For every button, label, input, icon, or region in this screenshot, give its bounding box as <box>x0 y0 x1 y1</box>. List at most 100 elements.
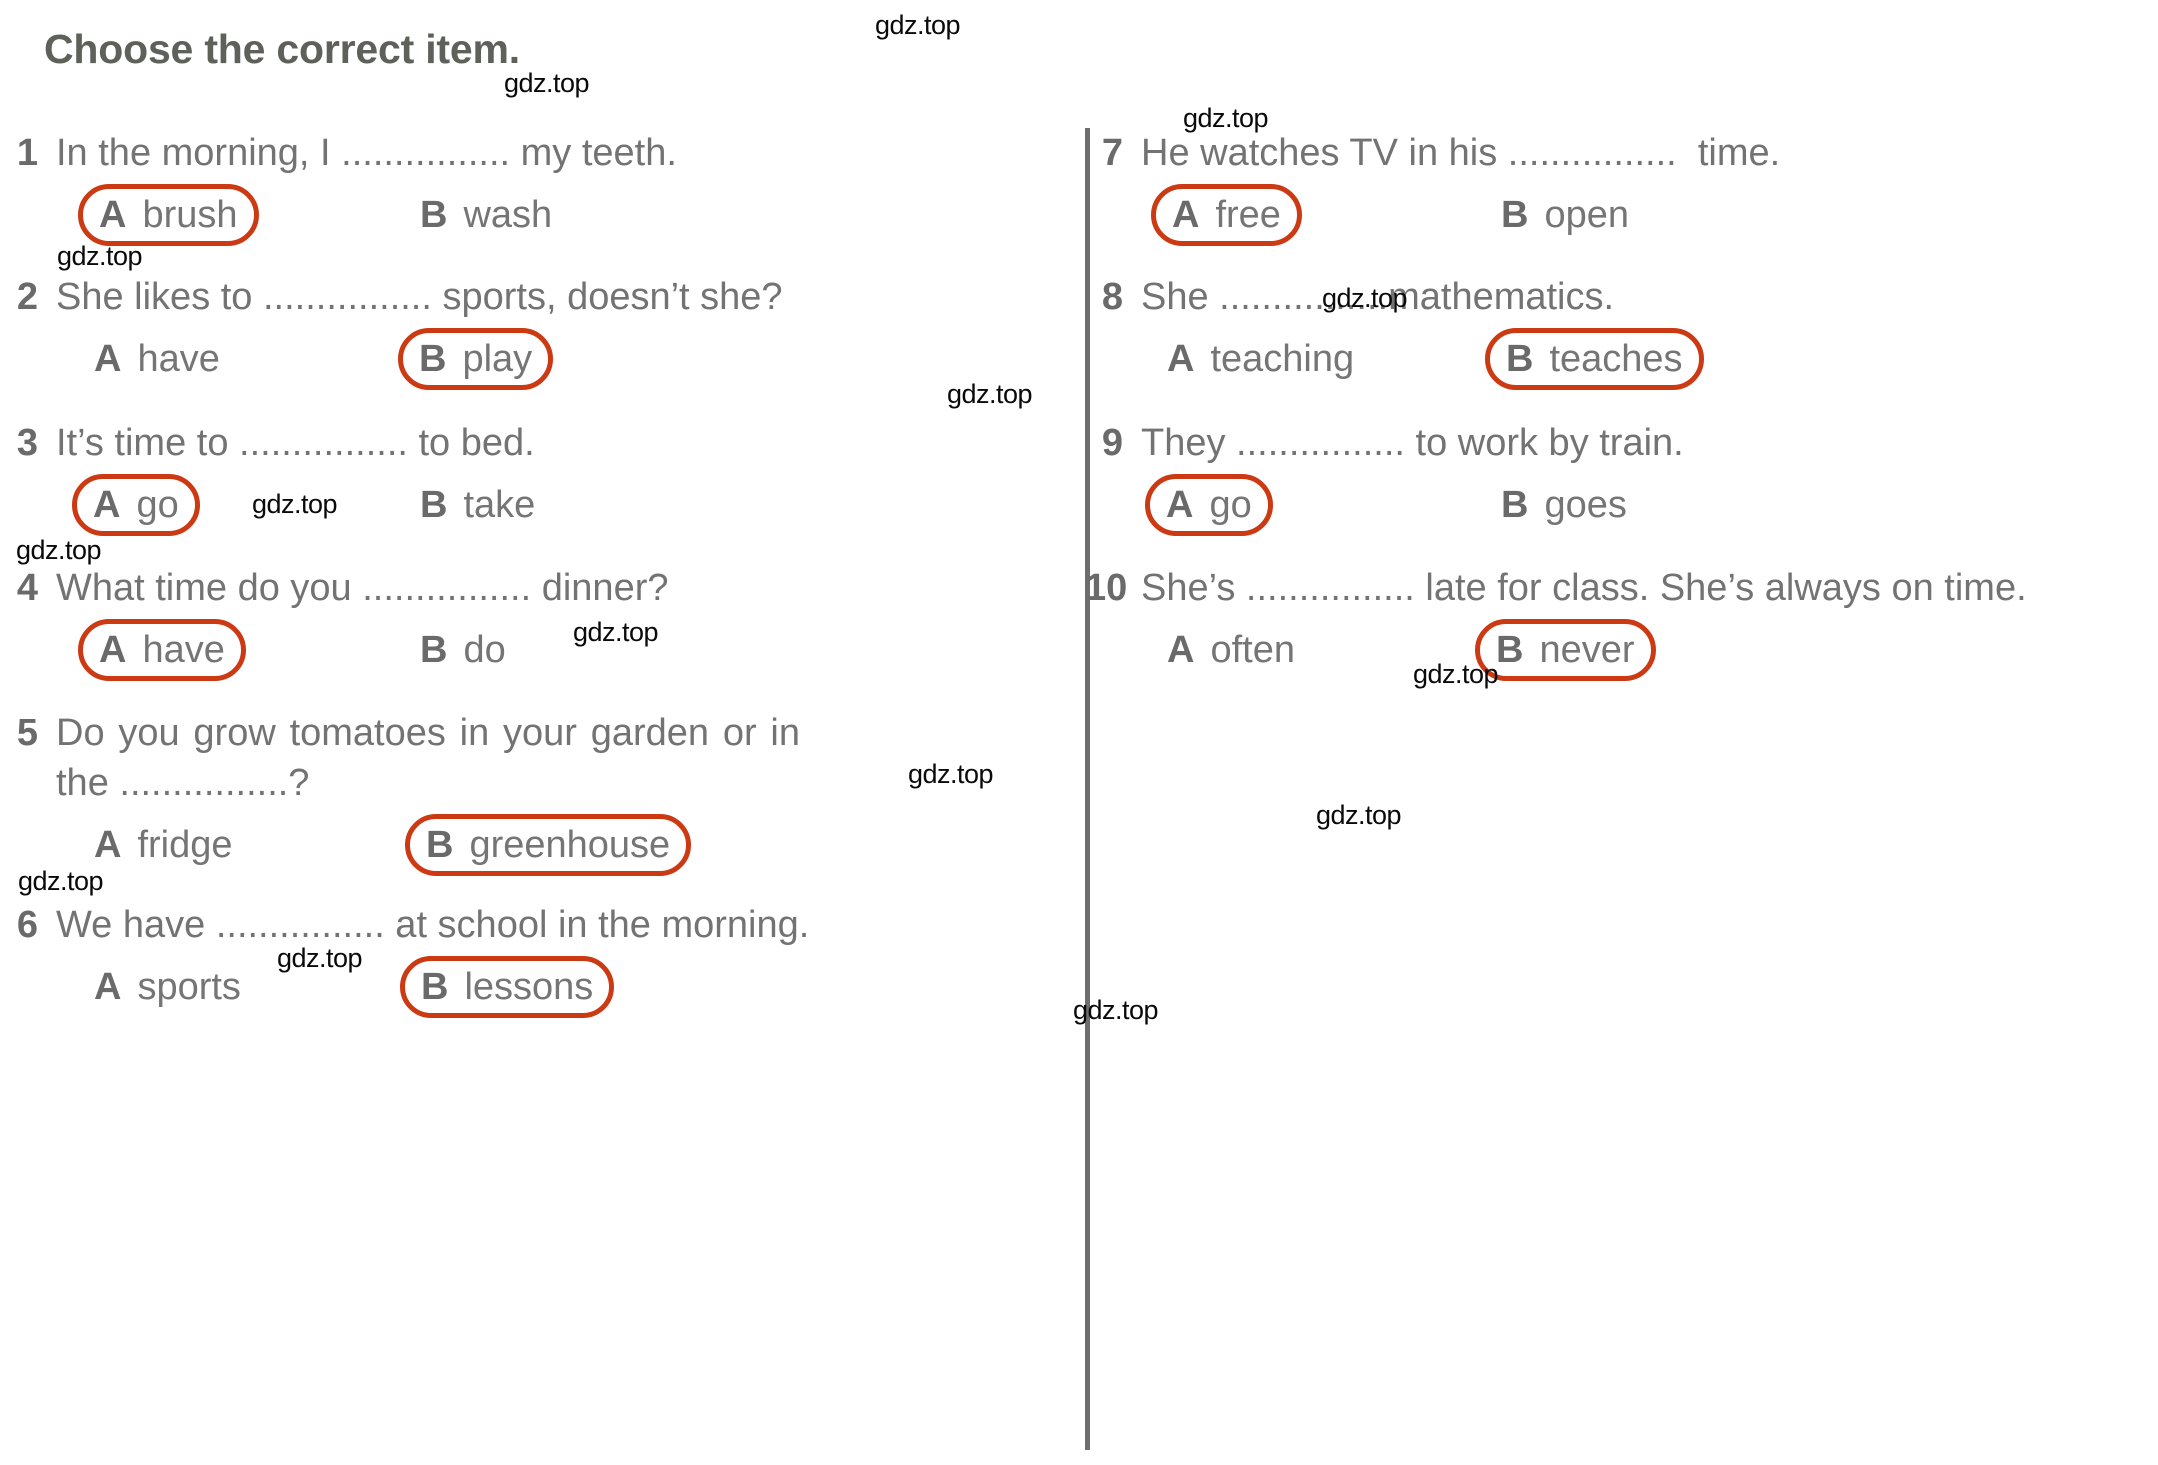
question-stem: 5 Do you grow tomatoes in your garden or… <box>0 708 800 808</box>
question-number: 1 <box>16 132 38 174</box>
option-a[interactable]: A go <box>1145 474 1273 536</box>
question-item: 6 We have ................ at school in … <box>0 900 880 1018</box>
option-a[interactable]: A have <box>78 619 246 681</box>
option-letter: A <box>1167 629 1195 671</box>
question-stem: 7 He watches TV in his ................ … <box>1085 128 2135 178</box>
option-label: teaches <box>1549 338 1683 380</box>
watermark: gdz.top <box>1316 800 1402 830</box>
question-text: She’s ................ late for class. S… <box>1141 567 2027 609</box>
question-stem: 3 It’s time to ................ to bed. <box>0 418 1040 468</box>
option-a[interactable]: A sports <box>78 956 257 1018</box>
option-a[interactable]: A free <box>1151 184 1302 246</box>
option-a[interactable]: A have <box>78 328 236 390</box>
option-label: free <box>1215 194 1281 236</box>
option-a[interactable]: A go <box>72 474 200 536</box>
option-b[interactable]: B lessons <box>400 956 615 1018</box>
option-b[interactable]: B greenhouse <box>405 814 692 876</box>
option-letter: A <box>1172 194 1200 236</box>
question-options: A often B never <box>1085 619 2147 681</box>
question-item: 4 What time do you ................ dinn… <box>0 563 1040 681</box>
watermark: gdz.top <box>504 68 590 98</box>
option-letter: A <box>1167 338 1195 380</box>
watermark: gdz.top <box>1322 283 1408 313</box>
option-letter: B <box>420 194 448 236</box>
watermark: gdz.top <box>16 535 102 565</box>
option-b[interactable]: B teaches <box>1485 328 1704 390</box>
page-title: Choose the correct item. <box>44 26 520 72</box>
option-label: open <box>1544 194 1629 236</box>
option-letter: A <box>94 338 122 380</box>
question-item: 8 She ................mathematics. A tea… <box>1085 272 2135 390</box>
question-text: They ................ to work by train. <box>1141 422 1684 464</box>
watermark: gdz.top <box>252 489 338 519</box>
question-number: 6 <box>16 904 38 946</box>
option-b[interactable]: B goes <box>1485 474 1643 536</box>
watermark: gdz.top <box>18 866 104 896</box>
option-letter: A <box>1166 484 1194 526</box>
option-b[interactable]: B take <box>404 474 551 536</box>
question-text: What time do you ................ dinner… <box>56 567 669 609</box>
option-letter: B <box>1501 194 1529 236</box>
question-item: 3 It’s time to ................ to bed. … <box>0 418 1040 536</box>
question-item: 1 In the morning, I ................ my … <box>0 128 1040 246</box>
option-a[interactable]: A often <box>1151 619 1311 681</box>
question-options: A sports B lessons <box>0 956 880 1018</box>
option-label: take <box>463 484 536 526</box>
question-item: 9 They ................ to work by train… <box>1085 418 2135 536</box>
option-b[interactable]: B do <box>404 619 522 681</box>
question-number: 3 <box>16 422 38 464</box>
question-number: 8 <box>1101 276 1123 318</box>
option-label: go <box>136 484 179 526</box>
question-text: In the morning, I ................ my te… <box>56 132 677 174</box>
option-b[interactable]: B play <box>398 328 554 390</box>
question-stem: 6 We have ................ at school in … <box>0 900 880 950</box>
option-label: teaching <box>1210 338 1355 380</box>
option-label: fridge <box>137 824 233 866</box>
question-number: 9 <box>1101 422 1123 464</box>
watermark: gdz.top <box>1183 103 1269 133</box>
option-letter: A <box>99 194 127 236</box>
question-options: A brush B wash <box>0 184 1040 246</box>
option-label: wash <box>463 194 553 236</box>
option-label: have <box>137 338 220 380</box>
option-label: goes <box>1544 484 1627 526</box>
question-options: A have B do <box>0 619 1040 681</box>
option-letter: B <box>1501 484 1529 526</box>
question-text: She ................mathematics. <box>1141 276 1615 318</box>
option-label: go <box>1209 484 1252 526</box>
question-item: 2 She likes to ................ sports, … <box>0 272 1040 390</box>
question-text: Do you grow tomatoes in your garden or i… <box>56 712 811 804</box>
question-text: We have ................ at school in th… <box>56 904 810 946</box>
option-a[interactable]: A brush <box>78 184 259 246</box>
option-letter: A <box>94 824 122 866</box>
watermark: gdz.top <box>57 241 143 271</box>
watermark: gdz.top <box>277 943 363 973</box>
option-label: do <box>463 629 506 671</box>
option-letter: B <box>1496 629 1524 671</box>
question-number: 2 <box>16 276 38 318</box>
question-options: A teaching B teaches <box>1085 328 2135 390</box>
question-stem: 10 She’s ................ late for class… <box>1085 563 2147 613</box>
question-stem: 1 In the morning, I ................ my … <box>0 128 1040 178</box>
option-b[interactable]: B open <box>1485 184 1645 246</box>
question-stem: 9 They ................ to work by train… <box>1085 418 2135 468</box>
option-b[interactable]: B never <box>1475 619 1656 681</box>
option-letter: A <box>93 484 121 526</box>
question-item: 10 She’s ................ late for class… <box>1085 563 2147 681</box>
option-b[interactable]: B wash <box>404 184 568 246</box>
watermark: gdz.top <box>875 10 961 40</box>
question-text: It’s time to ................ to bed. <box>56 422 535 464</box>
question-options: A go B goes <box>1085 474 2135 536</box>
watermark: gdz.top <box>573 617 659 647</box>
option-label: often <box>1210 629 1295 671</box>
watermark: gdz.top <box>1413 659 1499 689</box>
option-label: brush <box>142 194 238 236</box>
option-letter: B <box>420 484 448 526</box>
option-a[interactable]: A fridge <box>78 814 249 876</box>
option-letter: B <box>421 966 449 1008</box>
option-a[interactable]: A teaching <box>1151 328 1370 390</box>
option-label: have <box>142 629 225 671</box>
option-letter: B <box>420 629 448 671</box>
watermark: gdz.top <box>947 379 1033 409</box>
question-number: 4 <box>16 567 38 609</box>
